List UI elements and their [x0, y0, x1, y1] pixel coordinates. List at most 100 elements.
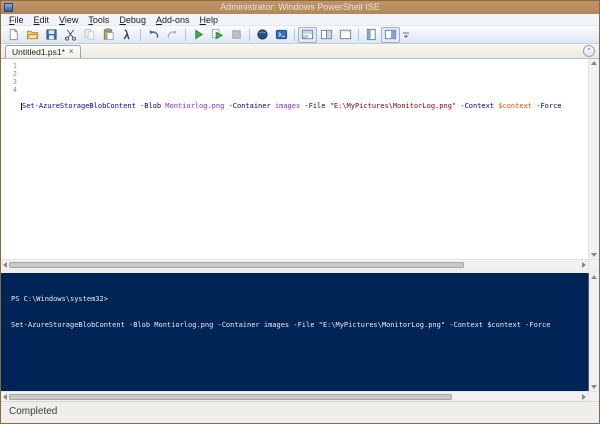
console-output[interactable]: PS C:\Windows\system32> Set-AzureStorage… [1, 273, 588, 391]
status-text: Completed [9, 406, 57, 417]
menu-help[interactable]: Help [195, 14, 224, 26]
run-script-icon [192, 28, 205, 41]
script-editor-pane: 1 2 3 4 Set-AzureStorageBlobContent -Blo… [1, 59, 599, 269]
scrollbar-thumb[interactable] [9, 394, 452, 400]
title-bar: Administrator: Windows PowerShell ISE [1, 1, 599, 14]
scroll-left-arrow-icon[interactable] [3, 262, 7, 268]
toolbar-separator [358, 29, 359, 41]
code-token-parameter: -File [300, 102, 325, 110]
tab-untitled1[interactable]: Untitled1.ps1* × [5, 45, 81, 58]
new-script-button[interactable] [4, 27, 23, 43]
open-script-button[interactable] [23, 27, 42, 43]
line-number: 4 [1, 86, 17, 94]
tab-label: Untitled1.ps1* [12, 47, 65, 57]
console-vertical-scrollbar[interactable] [588, 273, 599, 391]
scroll-up-arrow-icon[interactable] [591, 275, 597, 279]
paste-icon [102, 28, 115, 41]
show-command-addon-button[interactable] [381, 27, 400, 43]
paste-button[interactable] [99, 27, 118, 43]
toolbar-overflow-button[interactable] [402, 30, 410, 40]
code-token-variable: $context [494, 102, 532, 110]
show-command-window-button[interactable] [362, 27, 381, 43]
scrollbar-corner [588, 259, 599, 269]
powershell-icon [275, 28, 288, 41]
toolbar-separator [249, 29, 250, 41]
code-line-command: Set-AzureStorageBlobContent -Blob Montio… [21, 102, 588, 110]
code-token-argument: images [271, 102, 301, 110]
scroll-right-arrow-icon[interactable] [582, 394, 586, 400]
menu-file[interactable]: File [4, 14, 29, 26]
code-line [21, 78, 588, 86]
script-tab-bar: Untitled1.ps1* × ^ [1, 44, 599, 59]
show-script-pane-right-button[interactable] [317, 27, 336, 43]
code-token-parameter: -Container [224, 102, 270, 110]
console-prompt: PS C:\Windows\system32> [11, 295, 588, 304]
console-pane: PS C:\Windows\system32> Set-AzureStorage… [1, 273, 599, 401]
show-script-pane-top-button[interactable] [298, 27, 317, 43]
scroll-left-arrow-icon[interactable] [3, 394, 7, 400]
clear-console-icon [121, 28, 134, 41]
redo-button[interactable] [163, 27, 182, 43]
scroll-right-arrow-icon[interactable] [582, 262, 586, 268]
open-folder-icon [26, 28, 39, 41]
scroll-down-arrow-icon[interactable] [591, 385, 597, 389]
stop-icon [230, 28, 243, 41]
code-token-cmdlet: Set-AzureStorageBlobContent [22, 102, 136, 110]
copy-icon [83, 28, 96, 41]
script-pane-maximized-icon [339, 28, 352, 41]
menu-tools[interactable]: Tools [83, 14, 114, 26]
menu-debug[interactable]: Debug [114, 14, 151, 26]
menu-addons[interactable]: Add-ons [151, 14, 195, 26]
console-command-echo: Set-AzureStorageBlobContent -Blob Montio… [11, 321, 588, 330]
scrollbar-thumb[interactable] [9, 262, 464, 268]
code-line [21, 150, 588, 158]
editor-vertical-scrollbar[interactable] [588, 59, 599, 259]
show-script-pane-maximized-button[interactable] [336, 27, 355, 43]
new-script-icon [7, 28, 20, 41]
save-button[interactable] [42, 27, 61, 43]
scroll-down-arrow-icon[interactable] [591, 253, 597, 257]
remote-tab-icon [256, 28, 269, 41]
tab-close-icon[interactable]: × [69, 48, 74, 56]
stop-operation-button[interactable] [227, 27, 246, 43]
line-number: 3 [1, 78, 17, 86]
menu-view[interactable]: View [54, 14, 83, 26]
toolbar-separator [140, 29, 141, 41]
window-title: Administrator: Windows PowerShell ISE [1, 1, 599, 14]
code-line [21, 126, 588, 134]
undo-button[interactable] [144, 27, 163, 43]
new-remote-powershell-tab-button[interactable] [253, 27, 272, 43]
redo-icon [166, 28, 179, 41]
script-pane-right-icon [320, 28, 333, 41]
console-horizontal-scrollbar[interactable] [1, 391, 588, 401]
run-script-button[interactable] [189, 27, 208, 43]
console-line [11, 346, 588, 355]
script-code-area[interactable]: Set-AzureStorageBlobContent -Blob Montio… [21, 59, 588, 259]
run-selection-button[interactable] [208, 27, 227, 43]
script-pane-top-icon [301, 28, 314, 41]
copy-button[interactable] [80, 27, 99, 43]
menu-bar: File Edit View Tools Debug Add-ons Help [1, 14, 599, 26]
scrollbar-corner [588, 391, 599, 401]
save-icon [45, 28, 58, 41]
code-token-parameter: -Context [456, 102, 494, 110]
undo-icon [147, 28, 160, 41]
editor-horizontal-scrollbar[interactable] [1, 259, 588, 269]
clear-console-button[interactable] [118, 27, 137, 43]
collapse-script-pane-button[interactable]: ^ [583, 45, 595, 57]
status-bar: Completed [1, 401, 599, 423]
code-token-string: "E:\MyPictures\MonitorLog.png" [325, 102, 456, 110]
code-token-argument: Montiorlog.png [161, 102, 224, 110]
run-selection-icon [211, 28, 224, 41]
scroll-up-arrow-icon[interactable] [591, 61, 597, 65]
command-window-icon [365, 28, 378, 41]
start-powershell-button[interactable] [272, 27, 291, 43]
cut-button[interactable] [61, 27, 80, 43]
line-number-gutter: 1 2 3 4 [1, 59, 21, 259]
chevron-down-icon [402, 30, 410, 40]
toolbar [1, 26, 599, 44]
powershell-ise-window: Administrator: Windows PowerShell ISE Fi… [0, 0, 600, 424]
command-addon-icon [384, 28, 397, 41]
menu-edit[interactable]: Edit [29, 14, 55, 26]
line-number: 2 [1, 70, 17, 78]
